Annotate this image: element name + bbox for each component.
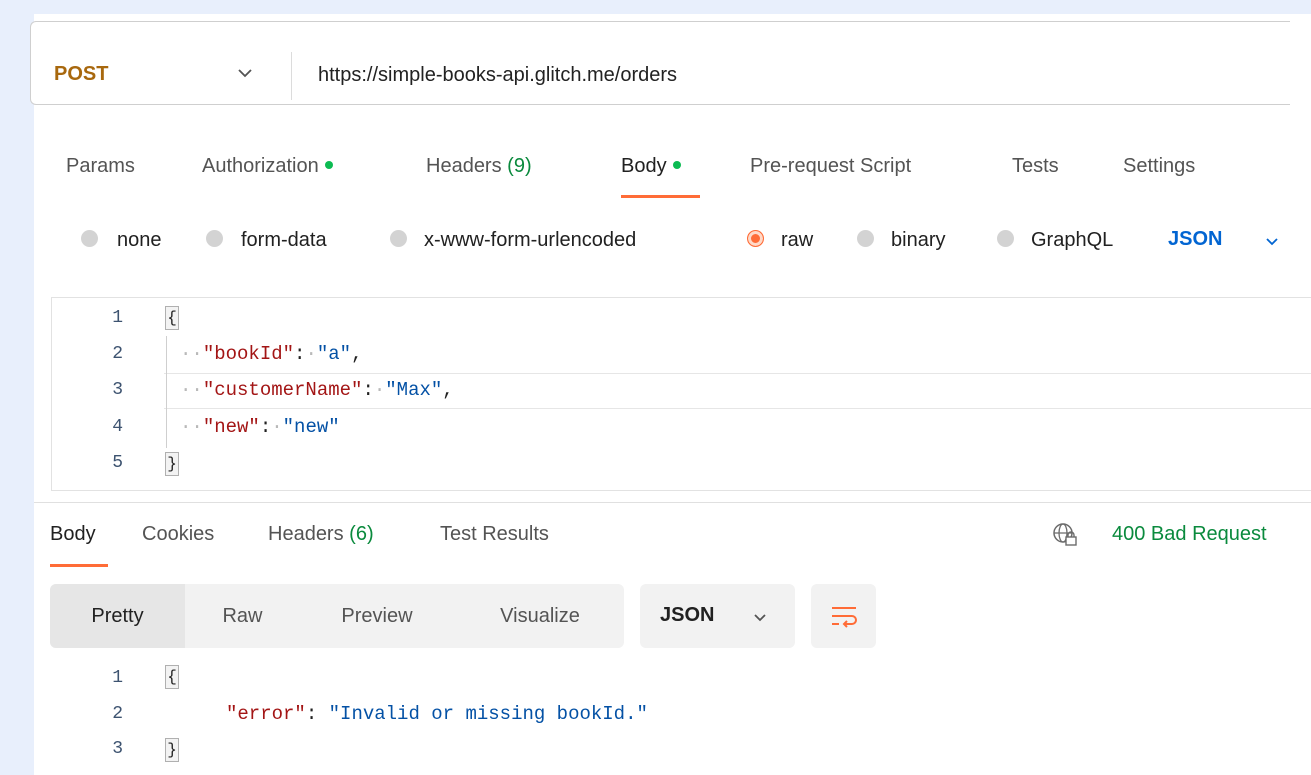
radio-label-graphql[interactable]: GraphQL: [1031, 229, 1113, 252]
response-code-line: "error": "Invalid or missing bookId.": [226, 703, 648, 725]
tab-label: Headers: [268, 523, 344, 545]
tab-label: Body: [50, 523, 96, 545]
json-key: "bookId": [202, 343, 295, 365]
radio-label-none[interactable]: none: [117, 229, 162, 252]
method-select[interactable]: POST: [54, 63, 108, 86]
line-number: 1: [112, 668, 123, 688]
radio-label-x-www-form-urlencoded[interactable]: x-www-form-urlencoded: [424, 229, 636, 252]
tab-pre-request-script[interactable]: Pre-request Script: [750, 155, 911, 178]
chevron-down-icon[interactable]: [236, 66, 254, 80]
json-value: "a": [316, 343, 352, 365]
open-brace: {: [165, 665, 179, 689]
json-key: "error": [226, 703, 306, 725]
body-format-select[interactable]: JSON: [1168, 228, 1222, 251]
active-tab-underline: [50, 564, 108, 567]
close-brace: }: [165, 738, 179, 762]
json-key: "customerName": [202, 379, 363, 401]
globe-lock-icon[interactable]: [1052, 522, 1078, 548]
tab-label: Authorization: [202, 155, 319, 177]
code-line: ··"new":·"new": [180, 416, 340, 438]
view-mode-raw[interactable]: Raw: [195, 584, 290, 648]
tab-label: Tests: [1012, 155, 1059, 177]
wrap-lines-icon: [832, 607, 857, 628]
view-mode-preview[interactable]: Preview: [318, 584, 436, 648]
json-comma: ,: [442, 379, 454, 401]
status-dot-icon: [672, 160, 681, 169]
close-brace: }: [165, 452, 179, 476]
request-url-bar: [30, 21, 1290, 105]
json-value: "Max": [385, 379, 443, 401]
line-number: 5: [112, 453, 123, 473]
json-key: "new": [202, 416, 260, 438]
json-comma: ,: [351, 343, 363, 365]
tab-label: Body: [621, 155, 667, 177]
radio-form-data[interactable]: [206, 230, 223, 247]
status-badge[interactable]: 400 Bad Request: [1112, 523, 1267, 546]
view-mode-pretty[interactable]: Pretty: [50, 584, 185, 648]
response-format-label: JSON: [660, 604, 715, 626]
line-number: 4: [112, 417, 123, 437]
tab-label: Settings: [1123, 155, 1196, 177]
tab-params[interactable]: Params: [66, 155, 135, 178]
code-line: ··"customerName":·"Max",: [180, 379, 454, 401]
tab-label: Pre-request Script: [750, 155, 912, 177]
tab-body[interactable]: Body: [621, 155, 681, 178]
open-brace: {: [165, 306, 179, 330]
radio-binary[interactable]: [857, 230, 874, 247]
radio-label-form-data[interactable]: form-data: [241, 229, 327, 252]
indent-guide: [166, 336, 167, 448]
tab-label: Test Results: [440, 523, 549, 545]
url-divider: [291, 52, 292, 100]
tab-settings[interactable]: Settings: [1123, 155, 1195, 178]
response-tab-headers[interactable]: Headers (6): [268, 523, 374, 546]
line-number: 2: [112, 344, 123, 364]
radio-raw[interactable]: [747, 230, 764, 247]
url-input[interactable]: https://simple-books-api.glitch.me/order…: [318, 64, 677, 87]
view-mode-visualize[interactable]: Visualize: [476, 584, 604, 648]
line-number: 3: [112, 380, 123, 400]
headers-count-badge: (6): [349, 523, 374, 545]
radio-label-binary[interactable]: binary: [891, 229, 945, 252]
headers-count-badge: (9): [507, 155, 532, 177]
json-value: "Invalid or missing bookId.": [328, 703, 648, 725]
radio-graphql[interactable]: [997, 230, 1014, 247]
code-line: ··"bookId":·"a",: [180, 343, 363, 365]
tab-label: Cookies: [142, 523, 215, 545]
tab-headers[interactable]: Headers (9): [426, 155, 532, 178]
radio-x-www-form-urlencoded[interactable]: [390, 230, 407, 247]
status-dot-icon: [324, 160, 333, 169]
chevron-down-icon: [754, 614, 766, 622]
active-tab-underline: [621, 195, 700, 198]
tab-tests[interactable]: Tests: [1012, 155, 1059, 178]
line-number: 1: [112, 308, 123, 328]
tab-label: Headers: [426, 155, 502, 177]
json-value: "new": [282, 416, 340, 438]
radio-label-raw[interactable]: raw: [781, 229, 813, 252]
radio-none[interactable]: [81, 230, 98, 247]
tab-label: Params: [66, 155, 135, 177]
chevron-down-icon[interactable]: [1264, 236, 1280, 248]
line-number: 2: [112, 704, 123, 724]
tab-authorization[interactable]: Authorization: [202, 155, 333, 178]
response-tab-test-results[interactable]: Test Results: [440, 523, 549, 546]
line-number: 3: [112, 739, 123, 759]
response-tab-body[interactable]: Body: [50, 523, 96, 546]
pane-divider[interactable]: [34, 502, 1311, 503]
response-tab-cookies[interactable]: Cookies: [142, 523, 214, 546]
